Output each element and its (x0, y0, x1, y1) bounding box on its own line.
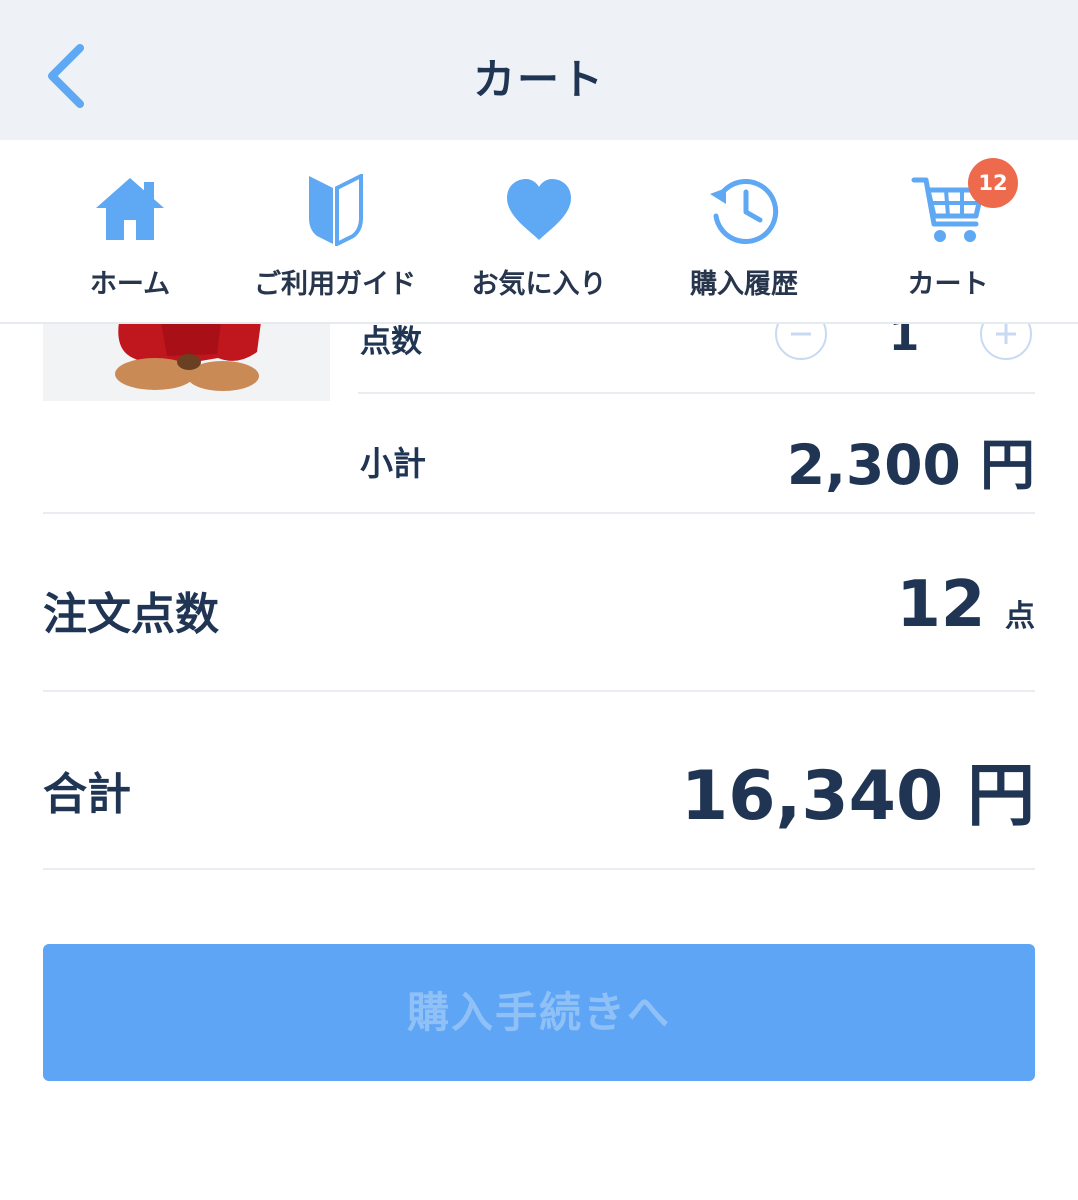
total-label: 合計 (43, 769, 131, 820)
order-count-label: 注文点数 (43, 589, 219, 640)
history-icon (710, 179, 779, 244)
beginner-mark-icon (309, 174, 363, 246)
page-title: カート (472, 55, 605, 104)
product-image[interactable] (43, 322, 330, 401)
home-icon (96, 178, 164, 240)
cart-count-badge: 12 (968, 158, 1018, 208)
order-count-unit: 点 (1005, 599, 1035, 634)
order-count-group: 12 点 (896, 568, 1035, 642)
nav-label-guide: ご利用ガイド (254, 269, 416, 300)
header-bar: カート (0, 0, 1078, 140)
nav-item-favorites[interactable]: お気に入り (437, 140, 641, 322)
checkout-button[interactable]: 購入手続きへ (43, 944, 1035, 1081)
plush-toy-image (115, 322, 261, 391)
subtotal-label: 小計 (360, 444, 426, 483)
item-divider (358, 392, 1035, 394)
subtotal-currency: 円 (979, 433, 1035, 497)
section-divider (43, 690, 1035, 692)
subtotal-value-group: 2,300 円 (787, 420, 1035, 500)
nav-bar: ホーム ご利用ガイド お気に入り 購入履歴 カート (0, 140, 1078, 324)
total-amount: 16,340 (680, 757, 944, 836)
nav-item-history[interactable]: 購入履歴 (642, 140, 846, 322)
nav-item-cart[interactable]: カート (846, 140, 1050, 322)
nav-label-favorites: お気に入り (471, 269, 607, 300)
nav-item-guide[interactable]: ご利用ガイド (233, 140, 437, 322)
total-currency: 円 (966, 757, 1035, 836)
nav-label-cart: カート (907, 269, 989, 300)
section-divider (43, 512, 1035, 514)
section-divider (43, 868, 1035, 870)
nav-item-home[interactable]: ホーム (28, 140, 232, 322)
heart-icon (507, 179, 571, 240)
nav-label-home: ホーム (89, 269, 171, 300)
order-count-value: 12 (896, 568, 986, 642)
nav-label-history: 購入履歴 (690, 269, 798, 300)
total-value-group: 16,340 円 (681, 740, 1035, 839)
subtotal-amount: 2,300 (786, 433, 961, 497)
